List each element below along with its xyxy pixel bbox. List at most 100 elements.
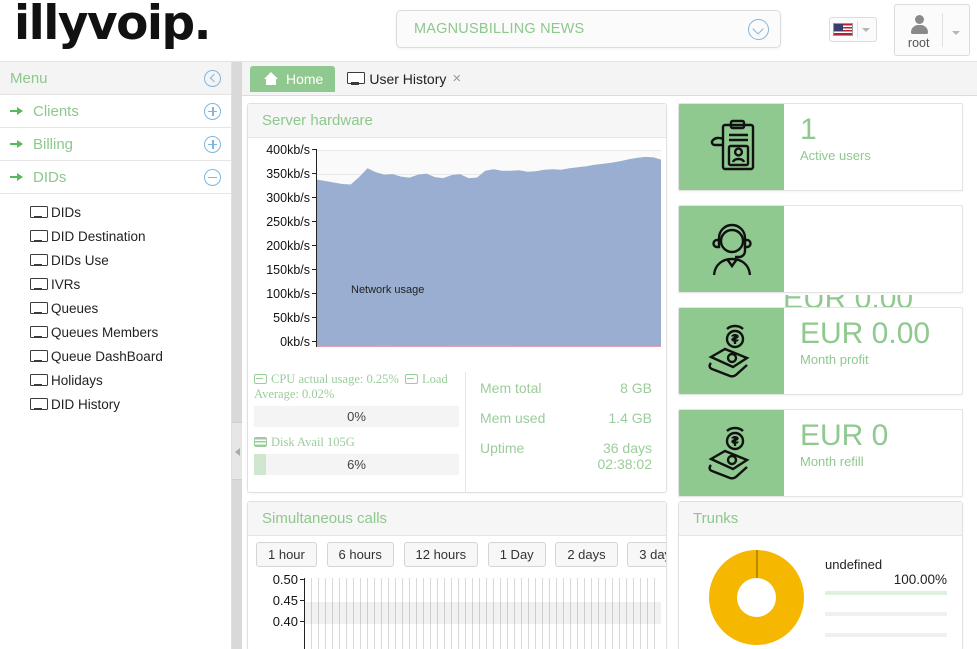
sidebar-item-label: DID History <box>51 397 120 412</box>
monitor-icon <box>30 374 46 387</box>
plus-circle-icon[interactable] <box>204 136 221 153</box>
app-logo: illyvoip. <box>14 0 210 52</box>
sidebar-item-holidays[interactable]: Holidays <box>0 368 231 392</box>
monitor-icon <box>347 72 363 85</box>
user-name: root <box>895 36 942 50</box>
uptime-row: Uptime 36 days 02:38:02 <box>480 440 652 472</box>
stat-card-month-profit[interactable]: EUR 0.00 Month profit <box>678 307 963 395</box>
sidebar-item-queue-dashboard[interactable]: Queue DashBoard <box>0 344 231 368</box>
range-button-1-day[interactable]: 1 Day <box>488 542 546 567</box>
user-avatar-icon <box>909 15 929 35</box>
caret-down-icon[interactable] <box>862 28 870 32</box>
stat-card-value: EUR 0.00 <box>800 316 962 352</box>
stat-card-body: EUR 0.00 Month profit <box>784 308 962 394</box>
tab-home[interactable]: Home <box>250 66 335 92</box>
range-button-3-days[interactable]: 3 days <box>627 542 666 567</box>
chart-annotation: Network usage <box>351 284 424 296</box>
y-tick-label: 0kb/s <box>280 335 310 349</box>
panel-header: Trunks <box>679 502 962 536</box>
legend-bar-empty <box>825 633 947 637</box>
sidebar-item-ivrs[interactable]: IVRs <box>0 272 231 296</box>
splitter-collapse-handle[interactable] <box>232 422 242 480</box>
sidebar-item-label: DIDs <box>51 205 81 220</box>
sidebar-group-clients[interactable]: Clients <box>0 95 231 128</box>
cpu-usage-text: CPU actual usage: 0.25% <box>271 372 399 386</box>
cpu-usage-line: CPU actual usage: 0.25% Load <box>254 372 459 387</box>
money-hand-icon <box>679 308 784 394</box>
sidebar-splitter[interactable] <box>232 62 242 649</box>
y-tick-label: 0.45 <box>248 593 298 608</box>
stat-card-value: EUR 0 <box>800 418 962 454</box>
clipboard-user-icon <box>679 104 784 190</box>
cpu-average-line: Average: 0.02% <box>254 387 459 402</box>
sidebar-item-label: DID Destination <box>51 229 146 244</box>
stat-card-agent[interactable] <box>678 205 963 293</box>
stat-card-label: Month refill <box>800 454 962 469</box>
sidebar-group-dids[interactable]: DIDs <box>0 161 231 194</box>
mem-total-value: 8 GB <box>620 380 652 396</box>
home-icon <box>262 72 279 86</box>
y-tick-label: 100kb/s <box>266 287 310 301</box>
sidebar-item-label: IVRs <box>51 277 80 292</box>
sim-plot-area <box>304 578 661 649</box>
range-button-2-days[interactable]: 2 days <box>555 542 617 567</box>
tab-user-history[interactable]: User History × <box>335 66 473 92</box>
chevron-left-circle-icon[interactable] <box>204 70 221 87</box>
range-button-6-hours[interactable]: 6 hours <box>327 542 394 567</box>
disk-progress-text: 6% <box>254 454 459 475</box>
sidebar-item-dids[interactable]: DIDs <box>0 200 231 224</box>
plus-circle-icon[interactable] <box>204 103 221 120</box>
disk-progress-bar: 6% <box>254 454 459 475</box>
sidebar-item-label: Queues Members <box>51 325 158 340</box>
panel-title: Server hardware <box>262 112 373 129</box>
user-menu-caret[interactable] <box>943 23 969 38</box>
legend-bar <box>825 591 947 595</box>
y-tick-label: 350kb/s <box>266 167 310 181</box>
stat-card-value: 1 <box>800 112 962 148</box>
sidebar-title: Menu <box>10 70 204 87</box>
monitor-icon <box>30 398 46 411</box>
language-selector[interactable] <box>829 17 877 42</box>
range-button-1-hour[interactable]: 1 hour <box>256 542 317 567</box>
sidebar-item-queues-members[interactable]: Queues Members <box>0 320 231 344</box>
donut-seam <box>756 550 758 580</box>
stat-card-active-users[interactable]: 1 Active users <box>678 103 963 191</box>
y-tick-label: 200kb/s <box>266 239 310 253</box>
sidebar-item-label: Holidays <box>51 373 103 388</box>
trunks-legend: undefined 100.00% <box>825 557 947 637</box>
news-label: MAGNUSBILLING NEWS <box>414 21 584 37</box>
panel-header: Server hardware <box>248 104 666 138</box>
sidebar-item-label: DIDs Use <box>51 253 109 268</box>
range-button-12-hours[interactable]: 12 hours <box>404 542 479 567</box>
stat-card-body: EUR 0 Month refill <box>784 410 962 496</box>
panel-title: Trunks <box>693 510 738 527</box>
disk-avail-line: Disk Avail 105G <box>254 435 459 450</box>
sidebar-item-queues[interactable]: Queues <box>0 296 231 320</box>
monitor-icon <box>30 326 46 339</box>
monitor-icon <box>30 278 46 291</box>
news-banner[interactable]: MAGNUSBILLING NEWS <box>396 10 781 48</box>
stat-card-month-refill[interactable]: EUR 0 Month refill <box>678 409 963 497</box>
mem-used-label: Mem used <box>480 410 545 426</box>
monitor-icon <box>30 206 46 219</box>
user-menu[interactable]: root <box>894 4 970 56</box>
cpu-progress-text: 0% <box>254 406 459 427</box>
sidebar-item-did-destination[interactable]: DID Destination <box>0 224 231 248</box>
cpu-progress-bar: 0% <box>254 406 459 427</box>
sim-highlight-band <box>305 602 661 624</box>
sidebar-item-did-history[interactable]: DID History <box>0 392 231 416</box>
legend-bar-empty <box>825 612 947 616</box>
sidebar-item-label: Queue DashBoard <box>51 349 163 364</box>
money-hand-icon <box>679 410 784 496</box>
close-icon[interactable]: × <box>452 71 461 86</box>
monitor-icon <box>30 302 46 315</box>
sidebar-item-dids-use[interactable]: DIDs Use <box>0 248 231 272</box>
minus-circle-icon[interactable] <box>204 169 221 186</box>
monitor-icon <box>30 254 46 267</box>
simultaneous-calls-chart: 0.50 0.45 0.40 <box>248 572 666 649</box>
load-text: Load <box>422 372 448 386</box>
mem-used-row: Mem used 1.4 GB <box>480 410 652 426</box>
chevron-down-circle-icon[interactable] <box>748 19 769 40</box>
sidebar-group-billing[interactable]: Billing <box>0 128 231 161</box>
us-flag-icon <box>833 23 853 36</box>
